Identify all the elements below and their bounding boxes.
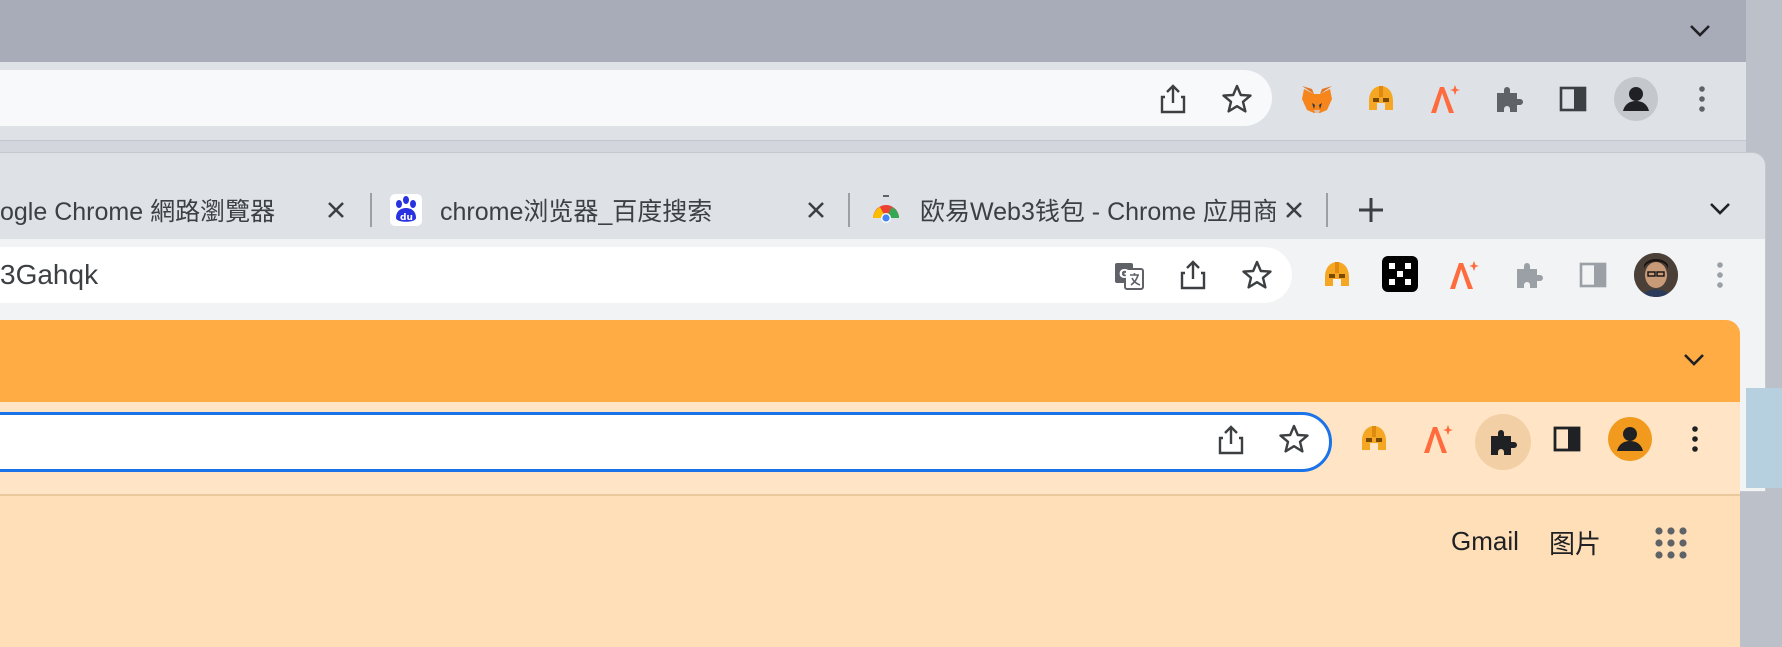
url-text[interactable]: 3Gahqk (0, 259, 98, 291)
svg-text:G: G (1119, 267, 1129, 281)
baidu-favicon: du (390, 194, 422, 226)
profile-avatar[interactable] (1608, 417, 1652, 461)
address-bar[interactable] (0, 412, 1332, 472)
share-icon[interactable] (1214, 422, 1248, 458)
tab-title: ogle Chrome 網路瀏覽器 (0, 198, 276, 226)
kebab-menu-icon[interactable] (1690, 80, 1714, 118)
tab-baidu-search[interactable]: du chrome浏览器_百度搜索 (372, 181, 850, 239)
chrome-webstore-favicon (870, 194, 902, 226)
helmet-extension-icon[interactable] (1362, 80, 1400, 118)
profile-avatar[interactable] (1634, 253, 1678, 297)
helmet-extension-icon[interactable] (1318, 256, 1356, 294)
kebab-menu-icon[interactable] (1683, 420, 1707, 458)
new-tab-button[interactable] (1350, 189, 1392, 231)
spark-extension-icon[interactable] (1418, 420, 1458, 458)
images-link[interactable]: 图片 (1549, 524, 1601, 561)
puzzle-icon[interactable] (1475, 414, 1531, 470)
gmail-link[interactable]: Gmail (1451, 526, 1519, 557)
tab-strip (0, 0, 1746, 62)
chevron-down-icon[interactable] (1682, 16, 1718, 46)
kebab-menu-icon[interactable] (1708, 256, 1732, 294)
close-tab-icon[interactable] (802, 196, 830, 224)
star-icon[interactable] (1238, 256, 1276, 294)
profile-avatar[interactable] (1614, 77, 1658, 121)
tab-strip (0, 320, 1740, 402)
svg-text:du: du (400, 213, 413, 223)
tab-title: chrome浏览器_百度搜索 (440, 198, 713, 226)
close-tab-icon[interactable] (322, 196, 350, 224)
puzzle-icon[interactable] (1490, 80, 1528, 118)
okx-wallet-icon[interactable] (1382, 256, 1418, 292)
helmet-extension-icon[interactable] (1355, 420, 1393, 458)
metamask-icon[interactable] (1298, 80, 1336, 118)
chevron-down-icon[interactable] (1702, 193, 1738, 225)
browser-window-front: Gmail 图片 (0, 320, 1740, 647)
tab-chrome-browser[interactable]: ogle Chrome 網路瀏覽器 (0, 181, 372, 239)
spark-extension-icon[interactable] (1444, 256, 1484, 294)
address-bar[interactable] (0, 70, 1272, 126)
side-panel-icon[interactable] (1554, 80, 1592, 118)
side-panel-icon[interactable] (1548, 420, 1586, 458)
star-icon[interactable] (1218, 80, 1256, 118)
apps-grid-icon[interactable] (1648, 520, 1694, 566)
tab-okx-web3-wallet[interactable]: 欧易Web3钱包 - Chrome 应用商 (850, 181, 1328, 239)
address-bar[interactable] (0, 247, 1292, 303)
close-tab-icon[interactable] (1280, 196, 1308, 224)
star-icon[interactable] (1275, 420, 1313, 458)
spark-extension-icon[interactable] (1425, 80, 1465, 118)
side-panel-icon[interactable] (1574, 256, 1612, 294)
share-icon[interactable] (1176, 257, 1210, 293)
background-window-edge (1746, 388, 1782, 488)
chevron-down-icon[interactable] (1676, 344, 1712, 376)
puzzle-icon[interactable] (1510, 256, 1548, 294)
tab-separator (1326, 193, 1328, 227)
translate-icon[interactable]: G (1110, 257, 1148, 295)
share-icon[interactable] (1156, 82, 1190, 116)
tab-title: 欧易Web3钱包 - Chrome 应用商 (920, 198, 1276, 226)
browser-window-back (0, 0, 1746, 160)
